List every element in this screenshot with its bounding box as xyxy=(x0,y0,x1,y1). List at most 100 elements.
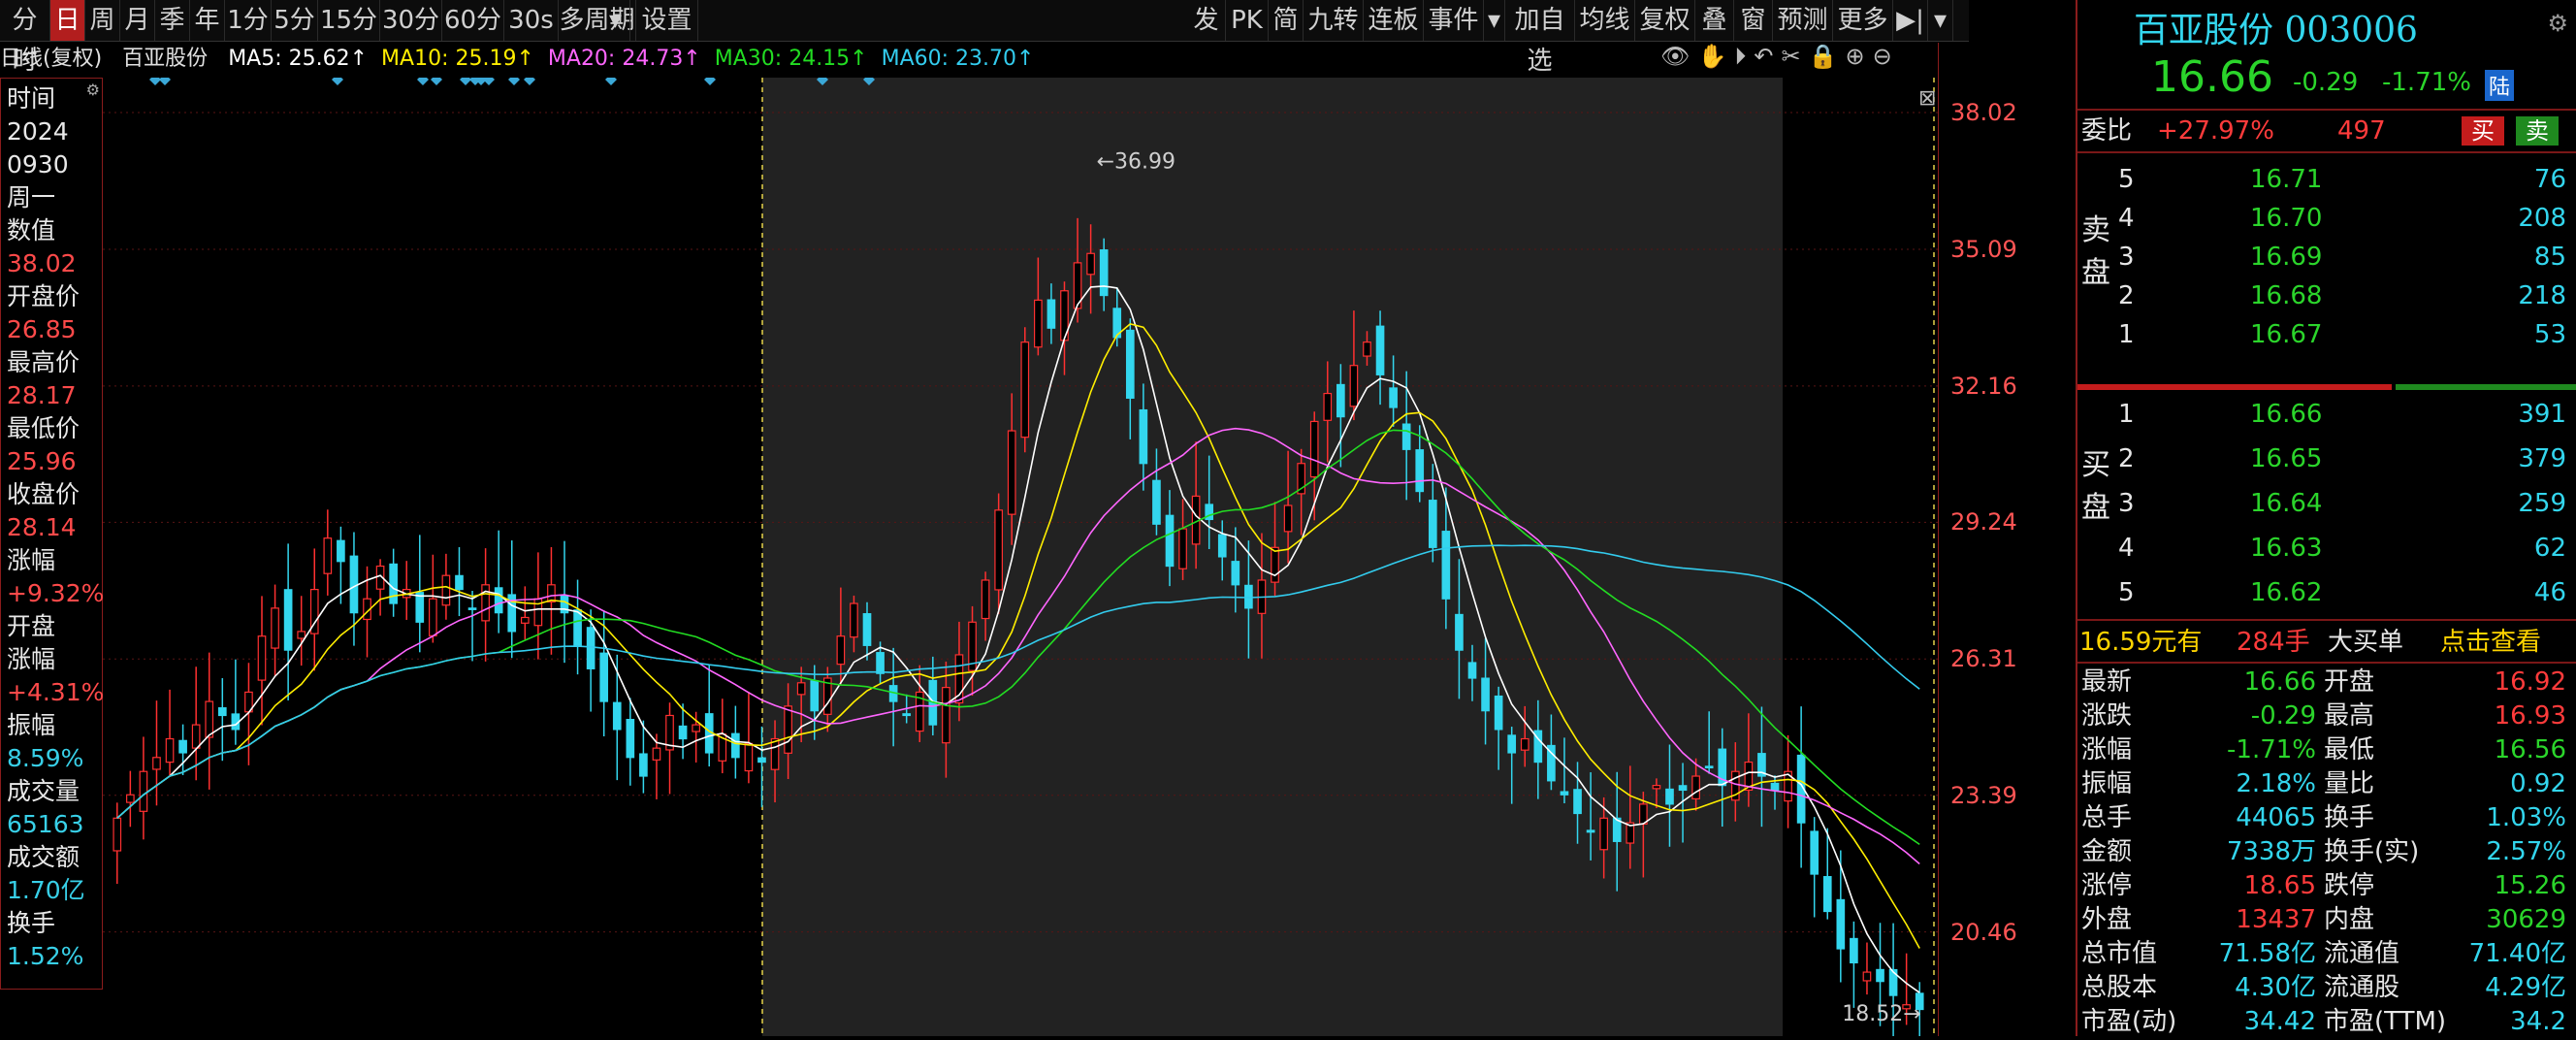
info-line-19: 振幅 xyxy=(7,711,56,739)
lock-icon[interactable]: 🔒 xyxy=(1809,43,1846,70)
ma-legend-item-2: MA20: 24.73↑ xyxy=(547,47,701,71)
period-tab-7[interactable]: 5分 xyxy=(272,0,318,41)
period-tab-6[interactable]: 1分 xyxy=(225,0,272,41)
ma-legend-item-0: MA5: 25.62↑ xyxy=(228,47,369,71)
stat-value-right: 4.29亿 xyxy=(2485,973,2566,1002)
buy-level-row[interactable]: 1 16.66 391 xyxy=(2077,396,2576,433)
period-tab-9[interactable]: 30分 xyxy=(380,0,442,41)
buy-level-row[interactable]: 2 16.65 379 xyxy=(2077,440,2576,477)
sell-level-vol: 208 xyxy=(2518,204,2566,233)
stat-value-right: 16.93 xyxy=(2494,701,2566,731)
event-marker-11[interactable] xyxy=(605,74,617,85)
price-change-pct: -1.71% xyxy=(2382,68,2471,97)
big-order-link[interactable]: 点击查看 xyxy=(2440,623,2541,662)
tool-tab-8[interactable]: 复权 xyxy=(1635,0,1695,41)
tool-tab-4[interactable]: 连板 xyxy=(1364,0,1424,41)
period-tab-5[interactable]: 年 xyxy=(190,0,225,41)
eye-icon[interactable]: 👁 xyxy=(1660,43,1697,70)
event-marker-10[interactable] xyxy=(524,74,535,85)
tool-tab-0[interactable]: 发 xyxy=(1187,0,1226,41)
period-tab-11[interactable]: 30s xyxy=(504,0,559,41)
sell-button[interactable]: 卖 xyxy=(2516,116,2559,146)
stat-value-left: 4.30亿 xyxy=(2235,973,2316,1002)
sell-level-price: 16.70 xyxy=(2250,204,2323,233)
hand-icon[interactable]: ✋ xyxy=(1697,43,1734,70)
sell-level-row[interactable]: 4 16.70 208 xyxy=(2077,200,2576,237)
big-order-label: 大买单 xyxy=(2328,628,2404,657)
candle-body-25 xyxy=(441,574,451,606)
kline-chart[interactable]: ⊠ ←36.99 18.52→ xyxy=(103,74,1938,1040)
stat-value-left: 18.65 xyxy=(2243,871,2316,900)
ma-legend: 日线(复权) 百亚股份 MA5: 25.62↑ MA10: 25.19↑ MA20:… xyxy=(0,43,1061,76)
period-tab-4[interactable]: 季 xyxy=(155,0,190,41)
event-marker-2[interactable] xyxy=(332,74,343,85)
sell-level-row[interactable]: 1 16.67 53 xyxy=(2077,316,2576,353)
price-axis: 38.02 35.09 32.16 29.24 26.31 23.39 20.46 xyxy=(1938,43,2071,1036)
price-axis-label-5: 23.39 xyxy=(1950,781,2017,809)
tool-tab-1[interactable]: PK xyxy=(1226,0,1269,41)
event-marker-3[interactable] xyxy=(417,74,429,85)
candle-body-48 xyxy=(744,742,754,772)
period-tab-0[interactable]: 分时 xyxy=(0,0,50,76)
event-marker-5[interactable] xyxy=(460,74,471,85)
stat-label-right: 换手(实) xyxy=(2324,837,2420,866)
stat-row: 振幅 2.18% 量比 0.92 xyxy=(2077,767,2576,801)
big-order-row[interactable]: 16.59元有 284手 大买单 点击查看 xyxy=(2077,623,2576,662)
tool-tab-5[interactable]: 事件 xyxy=(1424,0,1484,41)
buy-level-row[interactable]: 5 16.62 46 xyxy=(2077,574,2576,611)
event-marker-12[interactable] xyxy=(704,74,716,85)
event-marker-0[interactable] xyxy=(149,74,161,85)
undo-icon[interactable]: ↶ xyxy=(1754,43,1781,70)
tool-tab-10[interactable]: 窗 xyxy=(1734,0,1773,41)
candle-body-51 xyxy=(784,705,792,754)
event-dropdown-icon[interactable]: ▾ xyxy=(1484,0,1505,41)
play-icon[interactable]: ⏵ xyxy=(1734,43,1754,70)
tool-tab-3[interactable]: 九转 xyxy=(1304,0,1364,41)
zoom-in-icon[interactable]: ⊕ xyxy=(1845,43,1872,70)
sell-level-row[interactable]: 2 16.68 218 xyxy=(2077,277,2576,314)
period-tab-10[interactable]: 60分 xyxy=(442,0,504,41)
buy-level-num: 4 xyxy=(2118,534,2135,563)
event-marker-1[interactable] xyxy=(159,74,171,85)
tool-tab-7[interactable]: 均线 xyxy=(1575,0,1635,41)
candle-body-26 xyxy=(455,574,464,591)
tool-tab-2[interactable]: 简 xyxy=(1269,0,1304,41)
settings-icon[interactable]: ⚙ xyxy=(2547,10,2568,37)
candle-body-2 xyxy=(139,770,148,812)
stat-label-left: 涨幅 xyxy=(2081,735,2133,764)
close-range-icon[interactable]: ⊠ xyxy=(1918,86,1936,111)
sell-level-num: 4 xyxy=(2118,204,2135,233)
period-tab-8[interactable]: 15分 xyxy=(318,0,380,41)
sell-level-row[interactable]: 3 16.69 85 xyxy=(2077,239,2576,276)
buy-level-row[interactable]: 3 16.64 259 xyxy=(2077,485,2576,522)
period-tab-13[interactable]: 设置 xyxy=(636,0,698,41)
period-tab-3[interactable]: 月 xyxy=(120,0,155,41)
expand-panel-icon[interactable]: ▶| xyxy=(1893,0,1928,41)
price-axis-label-1: 35.09 xyxy=(1950,235,2017,263)
period-tab-2[interactable]: 周 xyxy=(85,0,120,41)
candle-body-23 xyxy=(415,592,425,623)
period-dropdown-icon[interactable]: ▾ xyxy=(601,0,630,41)
candle-body-95 xyxy=(1363,341,1371,357)
kline-chart-area[interactable]: ⊠ ←36.99 18.52→ xyxy=(103,74,1938,1040)
sell-level-row[interactable]: 5 16.71 76 xyxy=(2077,161,2576,198)
info-line-8: 最高价 xyxy=(7,348,80,376)
tool-tab-11[interactable]: 预测 xyxy=(1773,0,1833,41)
scissors-icon[interactable]: ✂ xyxy=(1781,43,1808,70)
candle-body-112 xyxy=(1586,829,1595,833)
stat-label-left: 金额 xyxy=(2081,837,2133,866)
event-marker-9[interactable] xyxy=(508,74,520,85)
zoom-out-icon[interactable]: ⊖ xyxy=(1873,43,1900,70)
event-marker-4[interactable] xyxy=(431,74,442,85)
stat-value-left: 2.18% xyxy=(2236,769,2316,798)
tool-tab-6[interactable]: 加自选 xyxy=(1505,0,1575,76)
tool-tab-12[interactable]: 更多 xyxy=(1833,0,1893,41)
period-tab-1[interactable]: 日 xyxy=(50,0,85,41)
candle-body-91 xyxy=(1309,420,1319,478)
buy-level-row[interactable]: 4 16.63 62 xyxy=(2077,530,2576,567)
more-dropdown-icon[interactable]: ▾ xyxy=(1928,0,1953,41)
buy-level-num: 1 xyxy=(2118,400,2135,429)
buy-button[interactable]: 买 xyxy=(2462,116,2504,146)
tool-tab-9[interactable]: 叠 xyxy=(1695,0,1734,41)
price-axis-label-6: 20.46 xyxy=(1950,918,2017,946)
